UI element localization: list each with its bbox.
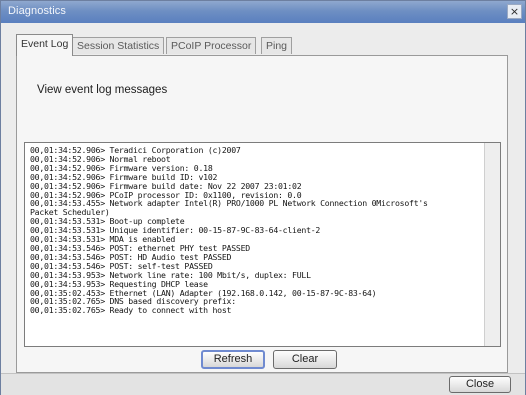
event-log-lines: 00,01:34:52.906> Teradici Corporation (c… [30, 146, 428, 315]
event-log-textbox[interactable]: 00,01:34:52.906> Teradici Corporation (c… [24, 142, 501, 347]
vertical-scrollbar[interactable] [484, 143, 500, 346]
tab-session-statistics[interactable]: Session Statistics [72, 37, 165, 54]
event-log-panel: View event log messages 00,01:34:52.906>… [16, 55, 508, 373]
window-title: Diagnostics [8, 5, 66, 17]
diagnostics-window: Diagnostics × Event Log Session Statisti… [0, 0, 526, 395]
close-icon[interactable]: × [507, 4, 522, 19]
log-line: 00,01:35:02.765> Ready to connect with h… [30, 305, 232, 316]
clear-button[interactable]: Clear [273, 350, 337, 369]
refresh-button[interactable]: Refresh [201, 350, 265, 369]
tab-event-log[interactable]: Event Log [16, 34, 74, 56]
tab-ping[interactable]: Ping [261, 37, 293, 54]
title-bar[interactable]: Diagnostics × [1, 1, 525, 23]
close-button[interactable]: Close [449, 376, 511, 393]
event-log-heading: View event log messages [37, 84, 168, 96]
dialog-footer: Close [1, 373, 525, 395]
tab-pcoip-processor[interactable]: PCoIP Processor [166, 37, 257, 54]
